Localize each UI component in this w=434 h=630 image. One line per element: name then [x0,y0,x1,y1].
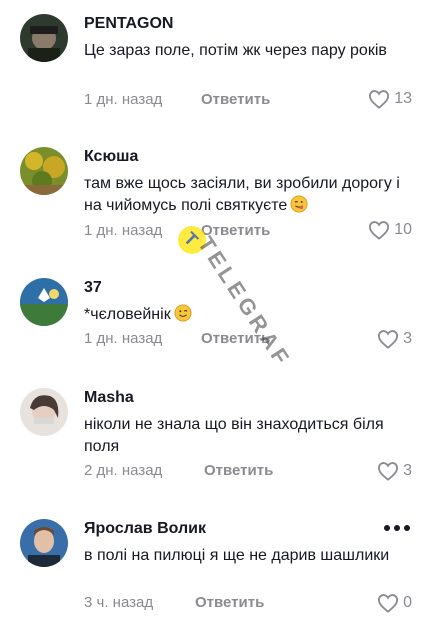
comment-text-content: *чєловейнік [84,306,171,323]
comment-meta: 3 ч. назад Ответить [84,593,264,613]
avatar[interactable] [20,278,68,326]
like-button[interactable]: 0 [377,592,412,614]
reply-button[interactable]: Ответить [195,593,264,613]
like-count: 3 [403,462,412,479]
heart-icon [369,221,390,240]
username[interactable]: 37 [84,278,102,298]
reply-button[interactable]: Ответить [204,461,273,481]
like-count: 13 [394,90,412,107]
like-button[interactable]: 13 [368,88,412,110]
comment-meta: 1 дн. назад Ответить [84,221,270,241]
username[interactable]: Ксюша [84,147,138,167]
comment-time: 1 дн. назад [84,330,163,347]
heart-icon [378,330,399,349]
more-options-icon[interactable] [384,523,410,533]
avatar[interactable] [20,147,68,195]
like-button[interactable]: 3 [377,460,412,482]
winking-emoji-icon [174,304,192,322]
like-count: 3 [403,330,412,347]
reply-button[interactable]: Ответить [201,90,270,110]
heart-icon [378,594,399,613]
comment-time: 2 дн. назад [84,462,163,479]
winking-tongue-emoji-icon [290,195,308,213]
avatar[interactable] [20,388,68,436]
comment-text: там вже щось засіяли, ви зробили дорогу … [84,173,400,217]
comment-time: 1 дн. назад [84,222,163,239]
like-button[interactable]: 10 [368,219,412,241]
like-count: 10 [394,221,412,238]
username[interactable]: Ярослав Волик [84,519,206,539]
comment-meta: 1 дн. назад Ответить [84,90,270,110]
comment-text: в полі на пилюці я ще не дарив шашлики [84,547,390,564]
heart-icon [369,90,390,109]
username[interactable]: PENTAGON [84,14,173,34]
comment-text: Це зараз поле, потім жк через пару років [84,42,387,59]
comment-time: 1 дн. назад [84,91,163,108]
comment-meta: 2 дн. назад Ответить [84,461,273,481]
avatar[interactable] [20,519,68,567]
like-count: 0 [403,594,412,611]
heart-icon [378,462,399,481]
comment-text: ніколи не знала що він знаходиться біля … [84,416,384,455]
username[interactable]: Masha [84,388,134,408]
comment-text-content: там вже щось засіяли, ви зробили дорогу … [84,175,400,214]
watermark-text: TELEGRAF [193,232,297,372]
avatar[interactable] [20,14,68,62]
comment-meta: 1 дн. назад Ответить [84,329,270,349]
like-button[interactable]: 3 [377,328,412,350]
comment-time: 3 ч. назад [84,594,154,611]
